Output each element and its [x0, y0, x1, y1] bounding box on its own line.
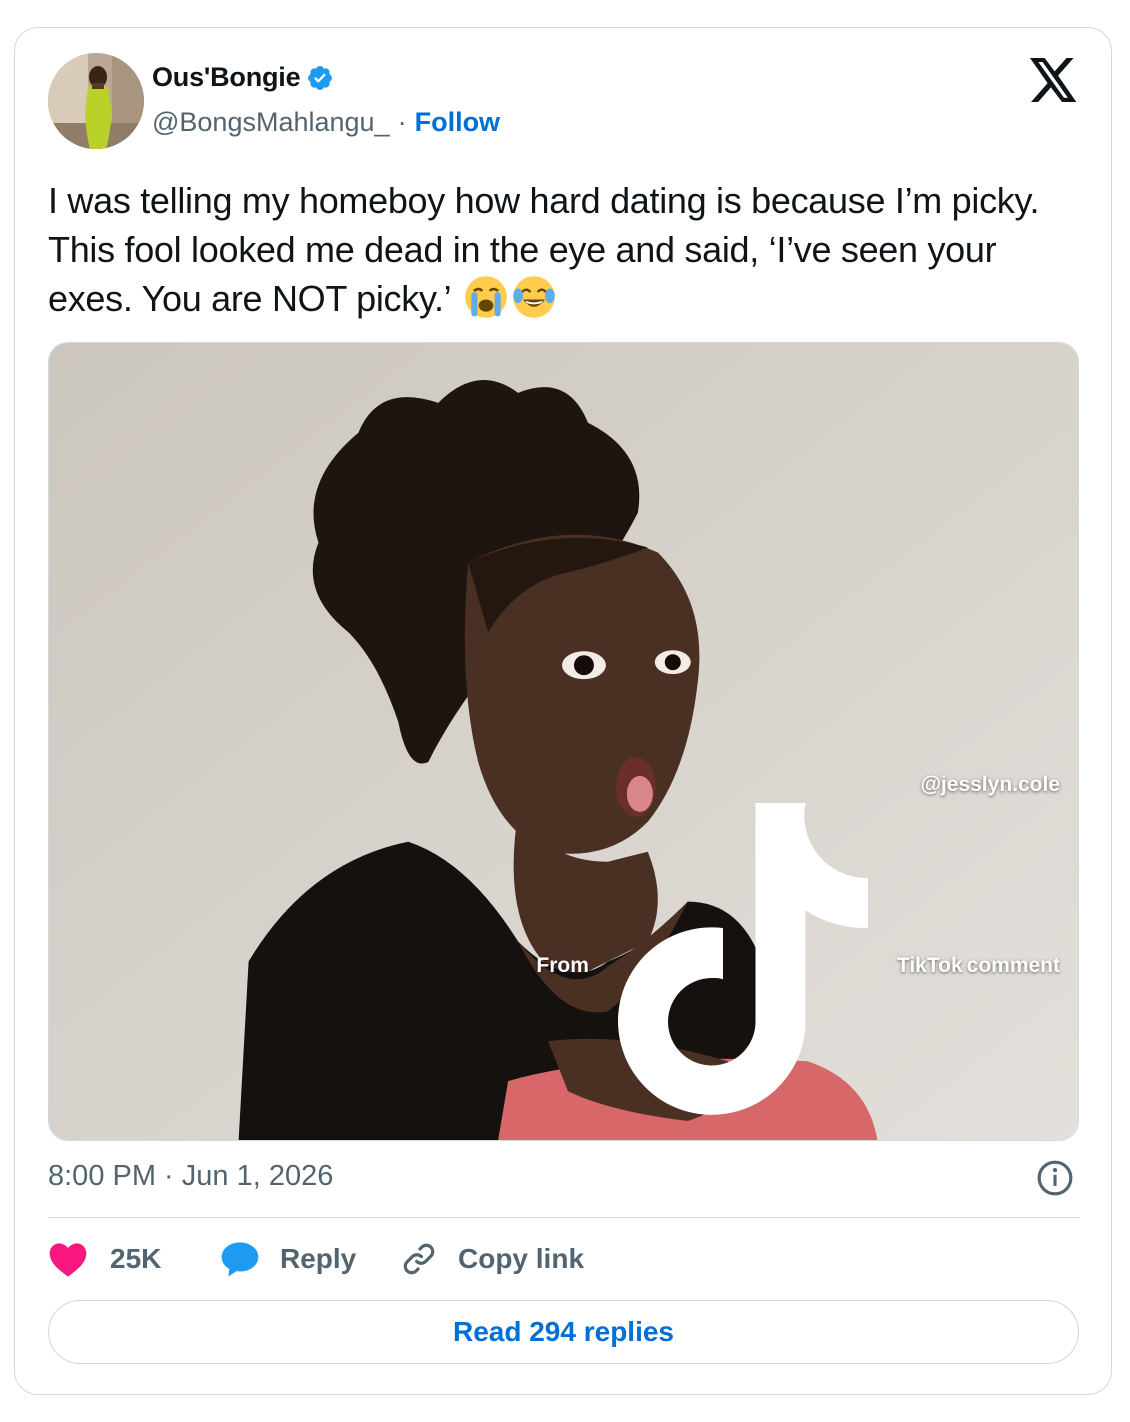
watermark-suffix: comment — [966, 953, 1060, 977]
tweet-media-image[interactable]: @jesslyn.cole From TikTok comment — [48, 342, 1079, 1141]
reply-bubble-icon — [221, 1242, 259, 1277]
separator-dot: · — [397, 107, 407, 137]
x-logo-icon[interactable] — [1030, 58, 1078, 102]
info-icon[interactable] — [1036, 1159, 1074, 1197]
tiktok-icon — [617, 803, 868, 1115]
tweet-card: Ous'Bongie @BongsMahlangu_ · Follow I wa… — [14, 27, 1112, 1395]
author-handle[interactable]: @BongsMahlangu_ — [152, 107, 390, 138]
author-name-row: Ous'Bongie — [152, 62, 334, 93]
link-icon — [403, 1243, 435, 1275]
reply-button[interactable]: Reply — [220, 1240, 400, 1278]
follow-button[interactable]: Follow — [415, 107, 500, 138]
face-with-tears-of-joy-icon — [512, 276, 555, 318]
watermark-source: From TikTok comment — [536, 803, 1060, 1128]
author-handle-row: @BongsMahlangu_ · Follow — [152, 107, 500, 138]
verified-badge-icon — [308, 65, 333, 90]
tweet-actions: 25K Reply Copy link — [48, 1236, 584, 1282]
tweet-text-block: I was telling my homeboy how hard dating… — [48, 176, 1068, 323]
heart-icon — [49, 1243, 87, 1277]
watermark-user: @jesslyn.cole — [920, 773, 1060, 796]
author-display-name[interactable]: Ous'Bongie — [152, 62, 301, 93]
read-replies-button[interactable]: Read 294 replies — [48, 1300, 1079, 1364]
copy-link-label: Copy link — [458, 1243, 585, 1274]
media-watermark: @jesslyn.cole From TikTok comment — [536, 767, 1060, 1128]
copy-link-button[interactable]: Copy link — [400, 1240, 584, 1278]
avatar[interactable] — [48, 53, 144, 149]
divider — [48, 1217, 1079, 1218]
watermark-brand: TikTok — [896, 953, 963, 977]
loudly-crying-face-icon — [464, 276, 507, 318]
tweet-timestamp[interactable]: 8:00 PM · Jun 1, 2026 — [48, 1160, 333, 1193]
avatar-photo — [48, 53, 144, 149]
like-button[interactable]: 25K — [48, 1240, 220, 1278]
like-count: 25K — [110, 1243, 162, 1274]
reply-label: Reply — [280, 1243, 357, 1274]
watermark-prefix: From — [536, 953, 589, 977]
